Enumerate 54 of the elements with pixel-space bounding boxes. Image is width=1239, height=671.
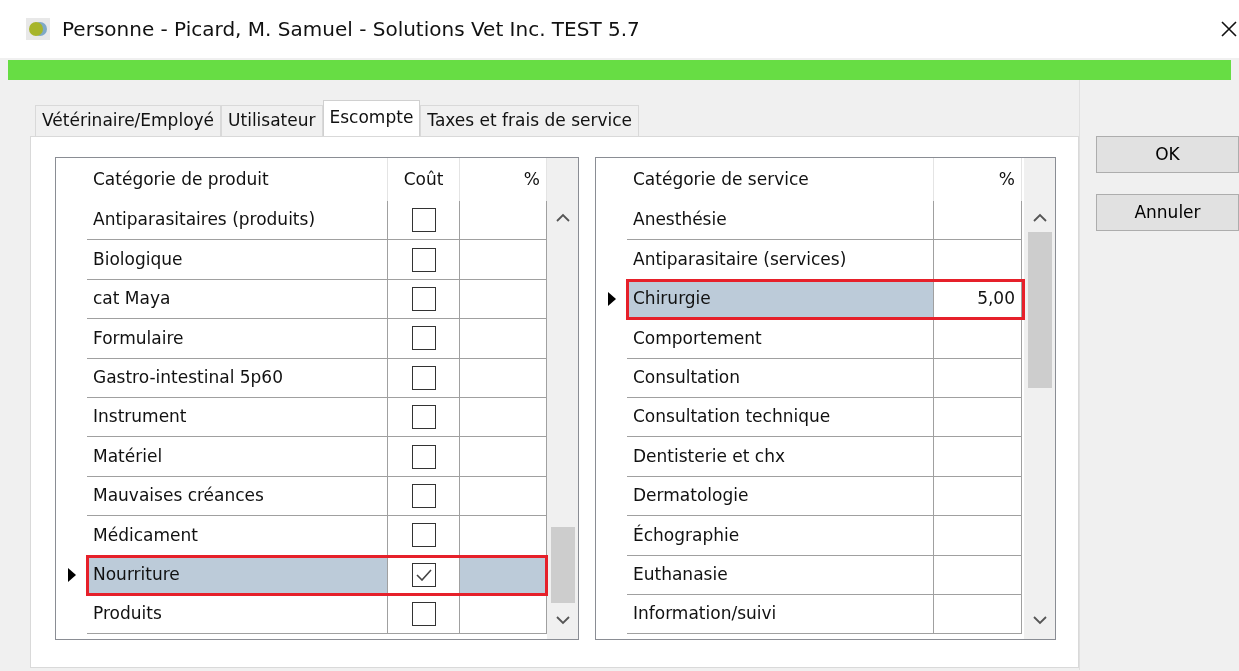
tab[interactable]: Taxes et frais de service <box>420 105 640 136</box>
table-cell: Instrument <box>87 397 388 438</box>
scroll-up-icon[interactable] <box>1032 213 1047 222</box>
tab[interactable]: Utilisateur <box>221 105 323 136</box>
checkbox[interactable] <box>411 562 436 587</box>
table-cell: Antiparasitaires (produits) <box>87 201 388 241</box>
checkbox[interactable] <box>411 523 436 548</box>
table-cell: Information/suivi <box>627 594 934 635</box>
table-cell: Médicament <box>87 516 388 556</box>
checkbox[interactable] <box>411 405 436 430</box>
table-cell: Antiparasitaire (services) <box>627 240 934 280</box>
checkbox[interactable] <box>411 208 436 233</box>
column-header[interactable]: % <box>934 158 1022 201</box>
checkbox[interactable] <box>411 365 436 390</box>
table-cell: Euthanasie <box>627 555 934 595</box>
table-cell: Matériel <box>87 437 388 477</box>
column-header[interactable]: Coût <box>388 158 460 201</box>
column-header[interactable]: Catégorie de service <box>627 158 934 201</box>
table-cell: Anesthésie <box>627 201 934 241</box>
table-cell: Comportement <box>627 319 934 359</box>
checkbox[interactable] <box>411 444 436 469</box>
column-header[interactable]: Catégorie de produit <box>87 158 388 201</box>
checkbox[interactable] <box>411 602 436 627</box>
scroll-down-icon[interactable] <box>555 616 570 625</box>
table-cell: Consultation <box>627 358 934 398</box>
table-cell: Dentisterie et chx <box>627 437 934 477</box>
table-cell: Chirurgie <box>627 279 934 320</box>
tab[interactable]: Escompte <box>322 100 421 136</box>
table-cell: Dermatologie <box>627 476 934 517</box>
scrollbar-thumb[interactable] <box>1027 232 1052 388</box>
checkbox[interactable] <box>411 326 436 351</box>
table-cell: Mauvaises créances <box>87 476 388 517</box>
scroll-down-icon[interactable] <box>1032 616 1047 625</box>
scroll-up-icon[interactable] <box>555 213 570 222</box>
checkbox[interactable] <box>411 247 436 272</box>
window-title: Personne - Picard, M. Samuel - Solutions Vet Inc. TEST 5.7 <box>62 16 640 43</box>
dialog-button[interactable]: OK <box>1096 136 1239 173</box>
table-cell: Échographie <box>627 516 934 556</box>
close-icon[interactable] <box>1221 21 1237 37</box>
table-cell: Nourriture <box>87 555 388 595</box>
table-cell: Biologique <box>87 240 388 280</box>
scrollbar-thumb[interactable] <box>550 527 575 603</box>
dialog-button[interactable]: Annuler <box>1096 194 1239 231</box>
table-cell: 5,00 <box>934 279 1022 320</box>
check-icon <box>415 568 432 581</box>
checkbox[interactable] <box>411 286 436 311</box>
table-cell: Gastro-intestinal 5p60 <box>87 358 388 398</box>
table-cell: Consultation technique <box>627 397 934 438</box>
table-cell: Produits <box>87 594 388 635</box>
table-cell: cat Maya <box>87 279 388 320</box>
tab[interactable]: Vétérinaire/Employé <box>35 105 222 136</box>
table-cell: Formulaire <box>87 319 388 359</box>
checkbox[interactable] <box>411 483 436 508</box>
app-logo-icon <box>26 18 50 40</box>
